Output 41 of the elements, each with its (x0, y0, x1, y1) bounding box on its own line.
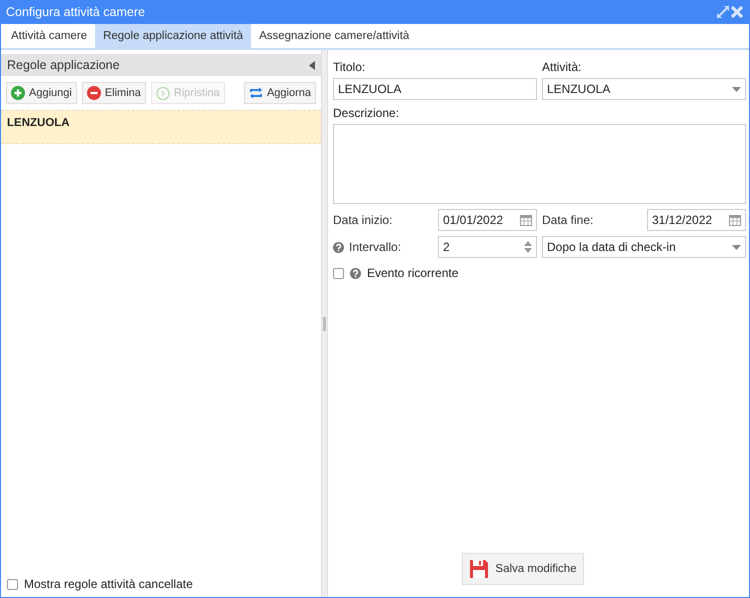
expand-icon[interactable] (716, 5, 730, 19)
panel-title: Regole applicazione (7, 58, 121, 72)
field-label: Attività: (542, 58, 582, 76)
checkbox-label: Mostra regole attività cancellate (24, 577, 193, 591)
date-field[interactable]: 01/01/2022 (438, 209, 537, 231)
field-label: Descrizione: (333, 104, 400, 122)
checkbox[interactable] (333, 268, 344, 278)
tab[interactable]: Assegnazione camere/attività (251, 24, 418, 48)
rule-list-item[interactable]: LENZUOLA (1, 110, 321, 144)
dropdown-caret-icon (732, 86, 741, 92)
calendar-icon (729, 214, 741, 226)
toolbar-button[interactable]: Elimina (82, 82, 146, 104)
number-field[interactable]: 2 (438, 236, 537, 258)
dropdown-caret-icon (732, 244, 741, 250)
checkbox[interactable] (7, 578, 18, 590)
tab[interactable]: Regole applicazione attività (95, 24, 252, 48)
spinner-arrows-icon (524, 241, 532, 253)
save-button[interactable]: Salva modifiche (462, 553, 584, 585)
refresh-icon (248, 86, 263, 100)
help-icon[interactable] (333, 242, 344, 252)
toolbar-button[interactable]: Aggiorna (244, 82, 316, 104)
field-label: Intervallo: (349, 240, 402, 254)
calendar-icon (520, 214, 532, 226)
field-label: Data fine: (542, 212, 594, 229)
field-label: Data inizio: (333, 212, 394, 229)
splitter-handle-icon (323, 316, 326, 330)
plus-icon (11, 86, 25, 100)
dropdown-field[interactable]: Dopo la data di check-in (542, 236, 746, 258)
close-icon[interactable] (730, 5, 744, 19)
dropdown-field[interactable]: LENZUOLA (542, 78, 746, 100)
date-field[interactable]: 31/12/2022 (647, 209, 746, 231)
timer-icon (156, 86, 170, 100)
toolbar-button[interactable]: Aggiungi (6, 82, 77, 104)
help-icon[interactable] (350, 268, 361, 278)
field-label: Titolo: (333, 58, 366, 76)
minus-icon (86, 86, 101, 100)
text-field[interactable]: LENZUOLA (333, 78, 537, 100)
window-title: Configura attività camere (6, 5, 146, 19)
checkbox-label: Evento ricorrente (367, 266, 458, 280)
collapse-icon[interactable] (309, 60, 315, 70)
tab[interactable]: Attività camere (3, 24, 96, 48)
